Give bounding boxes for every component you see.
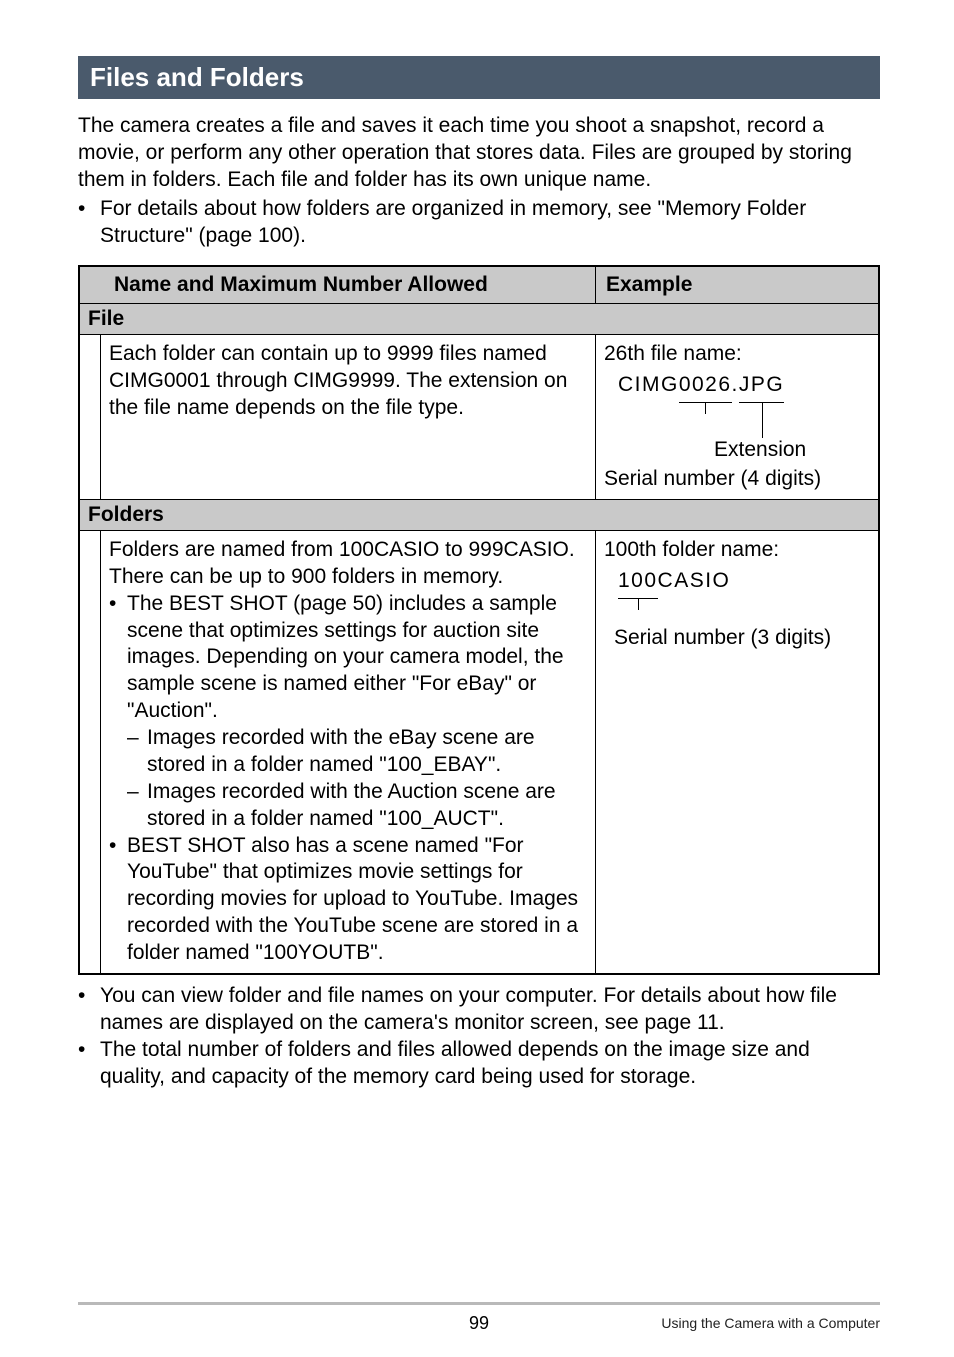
folders-example-cell: 100th folder name: 100CASIO Serial numbe…	[596, 531, 878, 973]
section-title: Files and Folders	[78, 56, 880, 99]
bullet-dot: •	[109, 833, 127, 967]
folders-example-lead: 100th folder name:	[604, 537, 870, 564]
page-footer: 99 Using the Camera with a Computer	[78, 1302, 880, 1313]
bullet-dot: •	[109, 591, 127, 725]
file-row: Each folder can contain up to 9999 files…	[80, 335, 878, 500]
filename-serial-annotation: Serial number (4 digits)	[604, 466, 870, 493]
folders-bullet-1-text: The BEST SHOT (page 50) includes a sampl…	[127, 591, 587, 725]
file-example-lead: 26th file name:	[604, 341, 870, 368]
column-header-name: Name and Maximum Number Allowed	[80, 267, 596, 303]
after-bullet-1-text: You can view folder and file names on yo…	[100, 983, 880, 1037]
intro-paragraph: The camera creates a file and saves it e…	[78, 113, 880, 194]
bullet-dot: •	[78, 983, 100, 1037]
foldername-rest: CASIO	[658, 568, 731, 595]
file-example-filename: CIMG0026.JPG	[618, 372, 870, 399]
filename-serial: 0026	[679, 372, 732, 399]
after-bullet-1: • You can view folder and file names on …	[78, 983, 880, 1037]
file-subheader: File	[80, 304, 878, 335]
folders-dash-2-cont: stored in a folder named "100_AUCT".	[109, 806, 587, 833]
bullet-dot: •	[78, 196, 100, 250]
folders-bullet-1: • The BEST SHOT (page 50) includes a sam…	[109, 591, 587, 725]
after-bullet-2-text: The total number of folders and files al…	[100, 1037, 880, 1091]
files-folders-table: Name and Maximum Number Allowed Example …	[78, 265, 880, 975]
folders-dash-1: – Images recorded with the eBay scene ar…	[109, 725, 587, 752]
file-example-cell: 26th file name: CIMG0026.JPG Extension S…	[596, 335, 878, 499]
dash-mark: –	[127, 779, 147, 806]
folders-desc-line-1: Folders are named from 100CASIO to 999CA…	[109, 537, 587, 564]
foldername-serial: 100	[618, 568, 658, 595]
after-table-bullets: • You can view folder and file names on …	[78, 983, 880, 1091]
after-bullet-2: • The total number of folders and files …	[78, 1037, 880, 1091]
intro-bullet-text: For details about how folders are organi…	[100, 196, 880, 250]
folders-dash-1-cont: stored in a folder named "100_EBAY".	[109, 752, 587, 779]
table-header-row: Name and Maximum Number Allowed Example	[80, 267, 878, 304]
intro-bullet: • For details about how folders are orga…	[78, 196, 880, 250]
page-number: 99	[469, 1313, 489, 1334]
column-header-example: Example	[596, 267, 878, 303]
foldername-serial-annotation: Serial number (3 digits)	[604, 625, 870, 652]
folders-bullet-2-text: BEST SHOT also has a scene named "For Yo…	[127, 833, 587, 967]
filename-dot: .	[732, 372, 739, 399]
filename-ext-annotation: Extension	[604, 437, 870, 464]
folders-description-cell: Folders are named from 100CASIO to 999CA…	[100, 531, 596, 973]
row-gutter	[80, 335, 100, 499]
folders-desc-line-2: There can be up to 900 folders in memory…	[109, 564, 587, 591]
folders-dash-2: – Images recorded with the Auction scene…	[109, 779, 587, 806]
folders-bullet-2: • BEST SHOT also has a scene named "For …	[109, 833, 587, 967]
folders-example-name: 100CASIO	[618, 568, 870, 595]
filename-ext: JPG	[739, 372, 784, 399]
bullet-dot: •	[78, 1037, 100, 1091]
file-description-cell: Each folder can contain up to 9999 files…	[100, 335, 596, 499]
dash-mark: –	[127, 725, 147, 752]
folders-subheader: Folders	[80, 500, 878, 531]
folders-row: Folders are named from 100CASIO to 999CA…	[80, 531, 878, 973]
footer-chapter: Using the Camera with a Computer	[661, 1315, 880, 1331]
folders-dash-2-text: Images recorded with the Auction scene a…	[147, 779, 587, 806]
filename-prefix: CIMG	[618, 372, 679, 399]
row-gutter	[80, 531, 100, 973]
folders-dash-1-text: Images recorded with the eBay scene are	[147, 725, 587, 752]
